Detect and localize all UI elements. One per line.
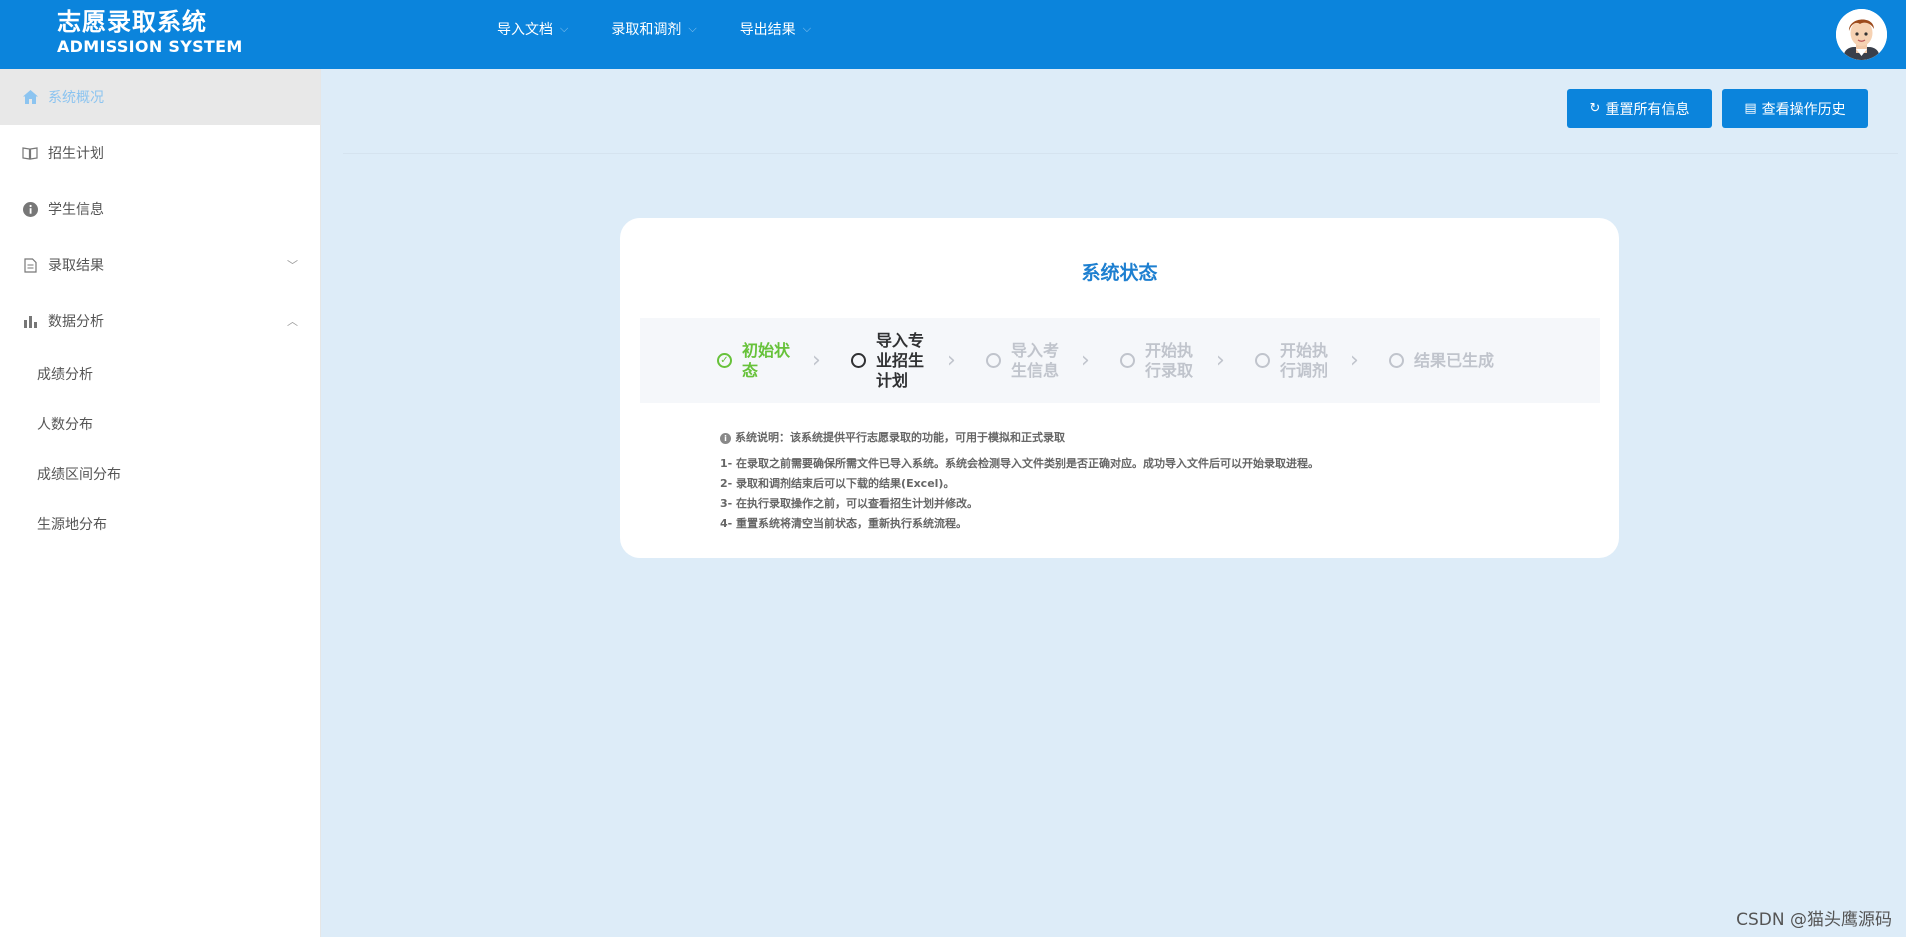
step-start-adjustment: 开始执行调剂 bbox=[1255, 318, 1332, 403]
view-history-label: 查看操作历史 bbox=[1761, 101, 1846, 118]
chevron-down-icon: ⌵ bbox=[802, 21, 812, 35]
nav-export-results-label: 导出结果 bbox=[739, 21, 796, 38]
circle-icon bbox=[1120, 353, 1135, 368]
note-line: 4- 重置系统将清空当前状态，重新执行系统流程。 bbox=[720, 517, 968, 530]
avatar[interactable] bbox=[1836, 9, 1887, 60]
chevron-right-icon: › bbox=[1350, 348, 1359, 373]
note-heading: i 系统说明：该系统提供平行志愿录取的功能，可用于模拟和正式录取 bbox=[720, 428, 1319, 448]
note-line: 3- 在执行录取操作之前，可以查看招生计划并修改。 bbox=[720, 497, 979, 510]
submenu-item-score-range-distribution[interactable]: 成绩区间分布 bbox=[0, 449, 320, 499]
submenu-item-label: 成绩分析 bbox=[37, 367, 93, 383]
steps-bar: ✓ 初始状态 › 导入专业招生计划 › 导入考生信息 › 开始执行录取 › 开始… bbox=[640, 318, 1600, 403]
chevron-down-icon: ⌵ bbox=[688, 21, 697, 35]
card-title: 系统状态 bbox=[1081, 262, 1158, 284]
nav-export-results[interactable]: 导出结果 ⌵ bbox=[740, 19, 811, 39]
view-history-button[interactable]: ▤ 查看操作历史 bbox=[1722, 89, 1868, 128]
note-title: 系统说明：该系统提供平行志愿录取的功能，可用于模拟和正式录取 bbox=[735, 431, 1065, 444]
step-start-admission: 开始执行录取 bbox=[1120, 318, 1197, 403]
sidebar-item-student-info[interactable]: 学生信息 bbox=[0, 181, 320, 237]
sidebar-item-enrollment-plan[interactable]: 招生计划 bbox=[0, 125, 320, 181]
step-label: 导入专业招生计划 bbox=[876, 330, 925, 390]
submenu-item-label: 人数分布 bbox=[37, 417, 93, 433]
reset-all-label: 重置所有信息 bbox=[1605, 101, 1690, 118]
app-title: 志愿录取系统 bbox=[57, 8, 207, 36]
submenu-item-label: 成绩区间分布 bbox=[37, 467, 121, 483]
submenu-item-count-distribution[interactable]: 人数分布 bbox=[0, 399, 320, 449]
step-label: 初始状态 bbox=[742, 340, 791, 380]
submenu-item-score-analysis[interactable]: 成绩分析 bbox=[0, 349, 320, 399]
step-initial: ✓ 初始状态 bbox=[717, 318, 794, 403]
note-line: 2- 录取和调剂结束后可以下载的结果(Excel)。 bbox=[720, 477, 955, 490]
circle-icon bbox=[1389, 353, 1404, 368]
circle-icon bbox=[1255, 353, 1270, 368]
sidebar-item-admission-results[interactable]: 录取结果 ﹀ bbox=[0, 237, 320, 293]
step-label: 开始执行录取 bbox=[1145, 340, 1194, 380]
sidebar-item-label: 学生信息 bbox=[48, 202, 104, 218]
submenu-item-origin-distribution[interactable]: 生源地分布 bbox=[0, 499, 320, 549]
nav-admission-adjust[interactable]: 录取和调剂 ⌵ bbox=[611, 19, 696, 39]
step-label: 导入考生信息 bbox=[1011, 340, 1060, 380]
step-results-generated: 结果已生成 bbox=[1389, 318, 1494, 403]
nav-import-docs-label: 导入文档 bbox=[497, 21, 553, 38]
info-icon: i bbox=[720, 432, 731, 444]
sidebar-item-label: 系统概况 bbox=[48, 90, 104, 106]
sidebar-item-overview[interactable]: 系统概况 bbox=[0, 69, 320, 125]
chevron-right-icon: › bbox=[1216, 348, 1225, 373]
avatar-icon bbox=[1836, 9, 1887, 60]
chevron-down-icon: ⌵ bbox=[560, 21, 569, 35]
app-subtitle: ADMISSION SYSTEM bbox=[57, 37, 243, 56]
home-icon bbox=[22, 89, 38, 105]
info-icon bbox=[22, 201, 38, 217]
chevron-right-icon: › bbox=[947, 348, 956, 373]
watermark: CSDN @猫头鹰源码 bbox=[1736, 910, 1892, 930]
step-label: 结果已生成 bbox=[1414, 350, 1495, 370]
app-logo[interactable]: 志愿录取系统 ADMISSION SYSTEM bbox=[57, 7, 243, 57]
step-import-students: 导入考生信息 bbox=[986, 318, 1063, 403]
system-notes: i 系统说明：该系统提供平行志愿录取的功能，可用于模拟和正式录取 1- 在录取之… bbox=[720, 428, 1319, 534]
chevron-down-icon: ﹀ bbox=[287, 259, 298, 272]
calendar-icon: ▤ bbox=[1744, 101, 1757, 116]
refresh-icon: ↻ bbox=[1589, 101, 1601, 116]
note-line: 1- 在录取之前需要确保所需文件已导入系统。系统会检测导入文件类别是否正确对应。… bbox=[720, 457, 1320, 470]
submenu-item-label: 生源地分布 bbox=[37, 517, 107, 533]
top-nav: 导入文档 ⌵ 录取和调剂 ⌵ 导出结果 ⌵ bbox=[497, 0, 854, 57]
sidebar-item-label: 数据分析 bbox=[48, 314, 104, 330]
sidebar-item-label: 录取结果 bbox=[48, 258, 104, 274]
bar-chart-icon bbox=[22, 313, 38, 329]
chevron-right-icon: › bbox=[812, 348, 821, 373]
reset-all-button[interactable]: ↻ 重置所有信息 bbox=[1567, 89, 1712, 128]
sidebar-item-label: 招生计划 bbox=[48, 146, 104, 162]
step-label: 开始执行调剂 bbox=[1280, 340, 1329, 380]
nav-admission-adjust-label: 录取和调剂 bbox=[611, 21, 682, 38]
top-header: 志愿录取系统 ADMISSION SYSTEM 导入文档 ⌵ 录取和调剂 ⌵ 导… bbox=[0, 0, 1906, 69]
system-status-card: 系统状态 ✓ 初始状态 › 导入专业招生计划 › 导入考生信息 › 开始执行录取… bbox=[620, 218, 1619, 558]
sidebar-item-data-analysis[interactable]: 数据分析 ︿ bbox=[0, 293, 320, 349]
nav-import-docs[interactable]: 导入文档 ⌵ bbox=[497, 19, 568, 39]
sidebar: 系统概况 招生计划 学生信息 录取结果 ﹀ 数据分析 ︿ 成绩分析 人数分布 成… bbox=[0, 69, 321, 937]
document-icon bbox=[22, 257, 38, 273]
divider bbox=[343, 153, 1898, 154]
chevron-right-icon: › bbox=[1081, 348, 1090, 373]
book-icon bbox=[22, 145, 38, 161]
circle-icon bbox=[851, 353, 866, 368]
chevron-up-icon: ︿ bbox=[287, 315, 298, 328]
check-circle-icon: ✓ bbox=[717, 353, 732, 368]
circle-icon bbox=[986, 353, 1001, 368]
step-import-plan: 导入专业招生计划 bbox=[851, 318, 928, 403]
